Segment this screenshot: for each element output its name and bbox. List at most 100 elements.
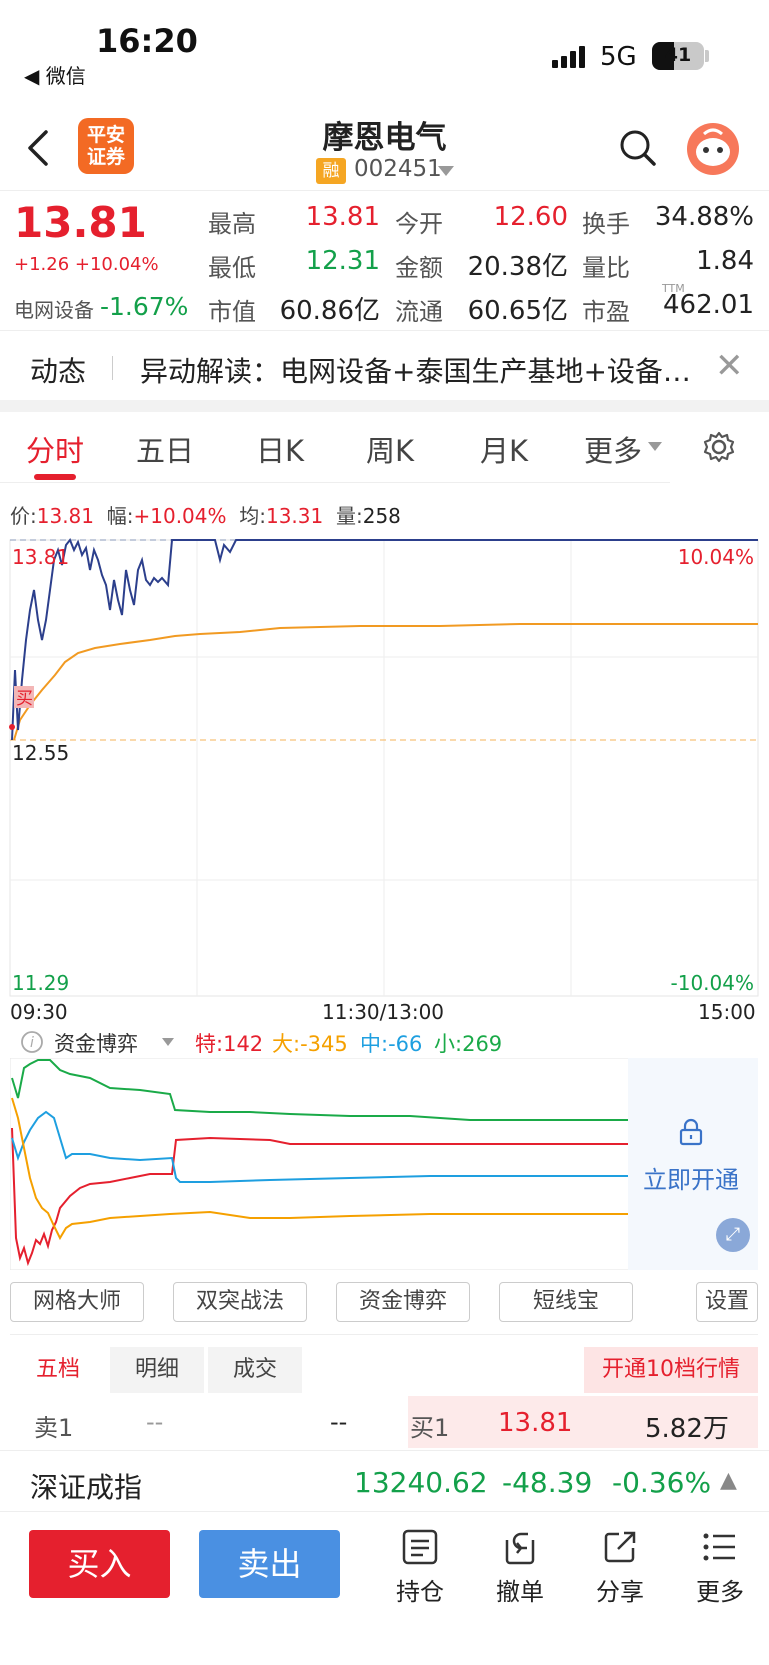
tool-settings[interactable]: 设置 [696, 1282, 758, 1322]
average-price-line [13, 623, 758, 741]
index-name: 深证成指 [30, 1471, 143, 1504]
special-flow-line [11, 1127, 628, 1267]
share-icon [604, 1531, 636, 1563]
svg-text:i: i [30, 1035, 34, 1051]
last-price: 13.81 [14, 198, 147, 247]
float-cap-value: 60.65亿 [467, 296, 568, 326]
fund-flow-title[interactable]: 资金博弈 [54, 1028, 138, 1058]
news-headline[interactable]: 异动解读：电网设备+泰国生产基地+设备… [140, 350, 700, 390]
close-icon[interactable]: ✕ [715, 346, 744, 386]
assistant-avatar-icon[interactable] [686, 122, 740, 176]
ttm-mark: TTM [662, 282, 685, 295]
cursor-amplitude: +10.04% [133, 504, 227, 528]
small-flow: 小:269 [434, 1032, 503, 1056]
price-label: 价: [10, 504, 37, 528]
news-tag[interactable]: 动态 [30, 350, 86, 390]
tool-double-breakout[interactable]: 双突战法 [173, 1282, 307, 1322]
time-mid: 11:30/13:00 [322, 1000, 445, 1024]
low-value: 12.31 [305, 246, 380, 276]
battery-level: 41 [664, 44, 692, 66]
turnover-value: 34.88% [654, 202, 754, 232]
caret-down-icon[interactable] [162, 1038, 174, 1046]
tool-grid-master[interactable]: 网格大师 [10, 1282, 144, 1322]
expand-up-icon[interactable]: ▲ [720, 1468, 737, 1493]
volume-label: 量: [335, 504, 363, 528]
tab-trades[interactable]: 成交 [208, 1347, 302, 1393]
tab-daily-k[interactable]: 日K [256, 428, 304, 470]
header-divider [0, 190, 769, 191]
active-tab-indicator [34, 474, 76, 480]
battery-tip [705, 50, 709, 62]
tab-more[interactable]: 更多 [584, 428, 642, 470]
tab-five-day[interactable]: 五日 [136, 428, 194, 470]
price-change: +1.26 +10.04% [14, 254, 159, 275]
low-label: 最低 [208, 254, 256, 282]
upgrade-level10-button[interactable]: 开通10档行情 [584, 1347, 758, 1393]
expand-icon[interactable]: ⤢ [716, 1218, 750, 1252]
fund-flow-header: i 资金博弈 特:142 大:-345 中:-66 小:269 [10, 1026, 758, 1058]
amplitude-label: 幅: [106, 504, 134, 528]
sector-change[interactable]: -1.67% [100, 292, 188, 321]
pe-label: 市盈 [582, 298, 630, 326]
tab-weekly-k[interactable]: 周K [366, 428, 414, 470]
info-icon[interactable]: i [20, 1030, 44, 1054]
tab-five-levels[interactable]: 五档 [10, 1347, 106, 1393]
turnover-label: 换手 [582, 210, 630, 238]
caret-down-icon[interactable] [648, 442, 662, 452]
buy1-label: 买1 [410, 1414, 450, 1442]
time-start: 09:30 [10, 1000, 68, 1024]
index-value: 13240.62 [354, 1466, 488, 1499]
holdings-button[interactable]: 持仓 [380, 1528, 460, 1607]
market-cap-label: 市值 [208, 298, 256, 326]
y-label-mid: 12.55 [12, 741, 69, 765]
high-value: 13.81 [305, 202, 380, 232]
tab-monthly-k[interactable]: 月K [480, 428, 528, 470]
sell1-volume: -- [330, 1408, 348, 1436]
market-cap-value: 60.86亿 [279, 296, 380, 326]
tool-short-term[interactable]: 短线宝 [499, 1282, 633, 1322]
buy-marker: 买 [16, 689, 33, 709]
buy-button[interactable]: 买入 [29, 1530, 170, 1598]
battery-icon: 41 [652, 42, 704, 70]
settings-gear-icon[interactable] [702, 430, 736, 464]
pct-label-top: 10.04% [678, 545, 754, 569]
intraday-chart[interactable]: 买 13.81 12.55 11.29 10.04% -10.04% [0, 530, 769, 1000]
tool-fund-flow[interactable]: 资金博弈 [336, 1282, 470, 1322]
large-flow: 大:-345 [272, 1032, 348, 1056]
section-gap [0, 400, 769, 412]
document-icon [402, 1529, 438, 1565]
back-to-app-link[interactable]: ◀ 微信 [24, 60, 86, 89]
share-button[interactable]: 分享 [580, 1528, 660, 1607]
unlock-button[interactable]: 立即开通 [628, 1090, 754, 1195]
share-label: 分享 [596, 1578, 644, 1606]
stock-code[interactable]: 002451 [354, 156, 442, 182]
cancel-order-button[interactable]: 撤单 [480, 1528, 560, 1607]
index-change: -48.39 [502, 1466, 593, 1499]
cancel-order-label: 撤单 [496, 1578, 544, 1606]
tab-intraday[interactable]: 分时 [26, 428, 84, 470]
chart-info-row: 价:13.81 幅:+10.04% 均:13.31 量:258 [10, 500, 401, 529]
news-separator [112, 356, 113, 380]
pct-label-bottom: -10.04% [671, 971, 754, 995]
index-change-pct: -0.36% [612, 1466, 712, 1499]
tabs-divider [0, 482, 670, 483]
sell-button[interactable]: 卖出 [199, 1530, 340, 1598]
more-button[interactable]: 更多 [680, 1528, 760, 1607]
sector-name[interactable]: 电网设备 [14, 294, 94, 323]
holdings-label: 持仓 [396, 1578, 444, 1606]
small-flow-line [11, 1059, 628, 1121]
prev-close-dot [9, 724, 15, 730]
search-icon[interactable] [618, 128, 658, 168]
pe-value: 462.01 [663, 290, 754, 320]
caret-down-icon[interactable] [438, 166, 454, 178]
open-label: 今开 [395, 210, 443, 238]
float-cap-label: 流通 [395, 298, 443, 326]
signal-icon [552, 44, 592, 68]
medium-flow-line [11, 1110, 628, 1183]
tab-details[interactable]: 明细 [110, 1347, 204, 1393]
volume-ratio-label: 量比 [582, 254, 630, 282]
special-flow: 特:142 [195, 1032, 264, 1056]
volume-ratio-value: 1.84 [696, 246, 754, 276]
amount-value: 20.38亿 [467, 252, 568, 282]
unlock-label: 立即开通 [643, 1166, 739, 1194]
